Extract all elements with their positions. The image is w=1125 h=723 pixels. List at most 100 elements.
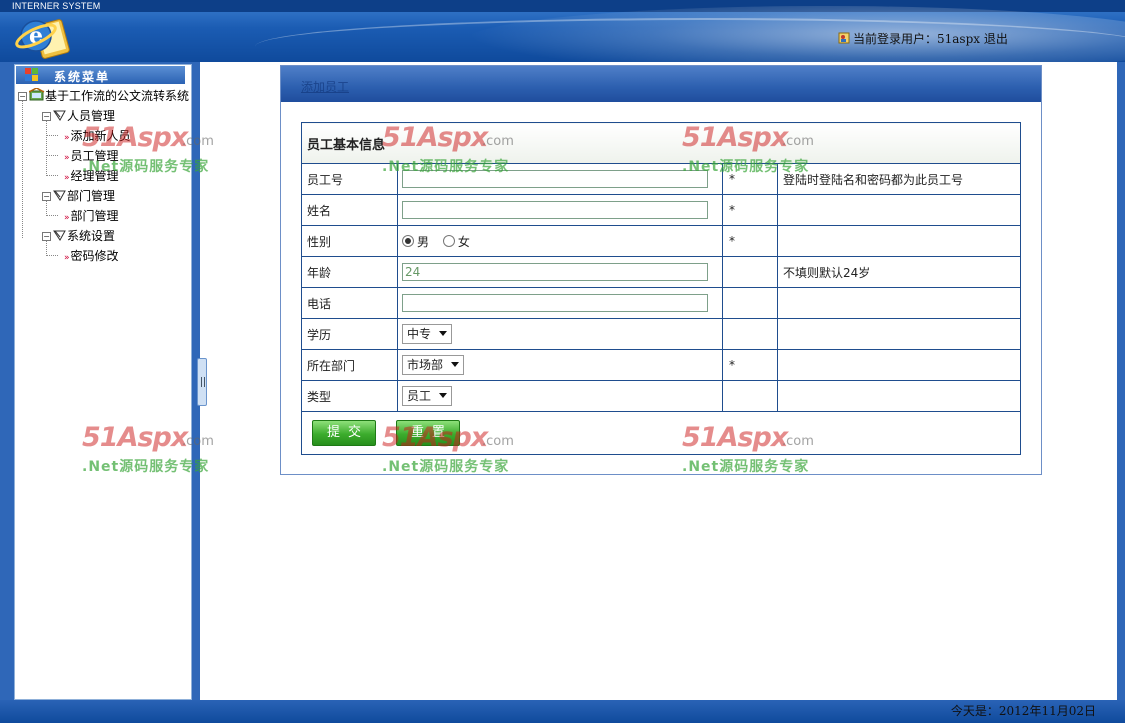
- field-label: 学历: [301, 318, 398, 350]
- tree-item-department-mgmt[interactable]: »部门管理: [64, 206, 119, 226]
- bottom-footer: 今天是：2012年11月02日: [0, 700, 1125, 723]
- login-user-text: 当前登录用户：51aspx: [853, 32, 981, 46]
- field-note: [777, 318, 1021, 350]
- tree-guide: [46, 135, 58, 136]
- current-date: 今天是：2012年11月02日: [950, 704, 1096, 718]
- tree-guide: [46, 215, 58, 216]
- sidebar-splitter-handle[interactable]: [197, 358, 207, 406]
- top-header: INTERNER SYSTEM e 当前登录用户：51aspx 退出: [0, 0, 1125, 62]
- required-mark: *: [722, 163, 778, 195]
- folder-flag-icon: [53, 110, 66, 121]
- phone-input[interactable]: [402, 294, 708, 312]
- form-row-education: 学历 中专: [301, 318, 1021, 350]
- arrow-right-icon: »: [64, 133, 70, 143]
- tree-item-label[interactable]: 密码修改: [71, 249, 119, 263]
- system-title: INTERNER SYSTEM: [12, 1, 101, 11]
- tree-guide: [46, 118, 47, 174]
- dropdown-arrow-icon: [439, 393, 448, 398]
- field-note: [777, 225, 1021, 257]
- tree-group-department[interactable]: − 部门管理: [42, 186, 115, 206]
- form-row-type: 类型 员工: [301, 380, 1021, 412]
- reset-button[interactable]: 重置: [395, 420, 460, 446]
- required-mark: *: [722, 194, 778, 226]
- form-row-phone: 电话: [301, 287, 1021, 319]
- tree-item-label[interactable]: 部门管理: [71, 209, 119, 223]
- tree-item-manager-mgmt[interactable]: »经理管理: [64, 166, 119, 186]
- tree-group-personnel[interactable]: − 人员管理: [42, 106, 115, 126]
- name-input[interactable]: [402, 201, 708, 219]
- tree-item-employee-mgmt[interactable]: »员工管理: [64, 146, 119, 166]
- type-select[interactable]: 员工: [402, 386, 453, 406]
- tree-item-add-person[interactable]: »添加新人员: [64, 126, 131, 146]
- radio-label: 男: [417, 234, 430, 249]
- section-title: 员工基本信息: [301, 122, 1021, 164]
- menu-title-bar: 系统菜单: [16, 66, 185, 84]
- field-label: 电话: [301, 287, 398, 319]
- education-select[interactable]: 中专: [402, 324, 453, 344]
- tree-item-change-password[interactable]: »密码修改: [64, 246, 119, 266]
- field-note: [777, 287, 1021, 319]
- tree-group-label: 人员管理: [67, 109, 116, 123]
- tree-guide: [46, 255, 58, 256]
- field-note: [777, 194, 1021, 226]
- grip-icon: [201, 377, 205, 387]
- form-row-department: 所在部门 市场部 *: [301, 349, 1021, 381]
- form-row-emp-id: 员工号 * 登陆时登陆名和密码都为此员工号: [301, 163, 1021, 195]
- select-value: 员工: [407, 389, 432, 403]
- age-input[interactable]: [402, 263, 708, 281]
- folder-flag-icon: [53, 230, 66, 241]
- windows-flag-icon: [25, 68, 38, 81]
- tree-guide: [46, 175, 58, 176]
- arrow-right-icon: »: [64, 253, 70, 263]
- tree-item-label[interactable]: 员工管理: [71, 149, 119, 163]
- form-row-age: 年龄 不填则默认24岁: [301, 256, 1021, 288]
- select-value: 市场部: [407, 358, 444, 372]
- required-mark: *: [722, 349, 778, 381]
- field-label: 年龄: [301, 256, 398, 288]
- submit-button[interactable]: 提交: [312, 420, 376, 446]
- field-note: [777, 349, 1021, 381]
- login-info: 当前登录用户：51aspx 退出: [838, 30, 1008, 47]
- employee-id-input[interactable]: [402, 170, 708, 188]
- tree-guide: [22, 98, 23, 238]
- required-mark: [722, 318, 778, 350]
- arrow-right-icon: »: [64, 173, 70, 183]
- field-label: 所在部门: [301, 349, 398, 381]
- select-value: 中专: [407, 327, 432, 341]
- required-mark: [722, 287, 778, 319]
- dropdown-arrow-icon: [439, 331, 448, 336]
- arrow-right-icon: »: [64, 213, 70, 223]
- tree-root[interactable]: − 基于工作流的公文流转系统: [18, 86, 189, 106]
- required-mark: [722, 380, 778, 412]
- form-section-header: 员工基本信息: [301, 122, 1021, 164]
- field-label: 类型: [301, 380, 398, 412]
- gender-female-radio[interactable]: [442, 234, 455, 247]
- tree-item-label[interactable]: 添加新人员: [71, 129, 131, 143]
- tree-group-settings[interactable]: − 系统设置: [42, 226, 115, 246]
- required-mark: *: [722, 225, 778, 257]
- panel-header: 添加员工: [281, 66, 1041, 102]
- radio-label: 女: [457, 234, 470, 249]
- menu-title: 系统菜单: [54, 70, 111, 84]
- panel-title: 添加员工: [301, 80, 350, 94]
- user-icon: [838, 32, 850, 44]
- collapse-toggle-icon[interactable]: −: [42, 112, 51, 121]
- form-row-name: 姓名 *: [301, 194, 1021, 226]
- field-note: 登陆时登陆名和密码都为此员工号: [777, 163, 1021, 195]
- gender-male-radio[interactable]: [402, 234, 414, 247]
- collapse-toggle-icon[interactable]: −: [42, 232, 51, 241]
- logout-link[interactable]: 退出: [984, 32, 1008, 46]
- form-button-row: 提交 重置: [301, 411, 1021, 455]
- arrow-right-icon: »: [64, 153, 70, 163]
- field-label: 员工号: [301, 163, 398, 195]
- department-select[interactable]: 市场部: [402, 355, 465, 375]
- folder-flag-icon: [53, 190, 66, 201]
- field-label: 性别: [301, 225, 398, 257]
- add-employee-panel: 添加员工 员工基本信息 员工号 * 登陆时登陆名和密码都为此员工号 姓名 * 性…: [280, 65, 1042, 475]
- tree-guide: [46, 155, 58, 156]
- ie-logo-icon: e: [15, 19, 70, 59]
- collapse-toggle-icon[interactable]: −: [42, 192, 51, 201]
- collapse-toggle-icon[interactable]: −: [18, 92, 27, 101]
- tree-item-label[interactable]: 经理管理: [71, 169, 119, 183]
- field-note: [777, 380, 1021, 412]
